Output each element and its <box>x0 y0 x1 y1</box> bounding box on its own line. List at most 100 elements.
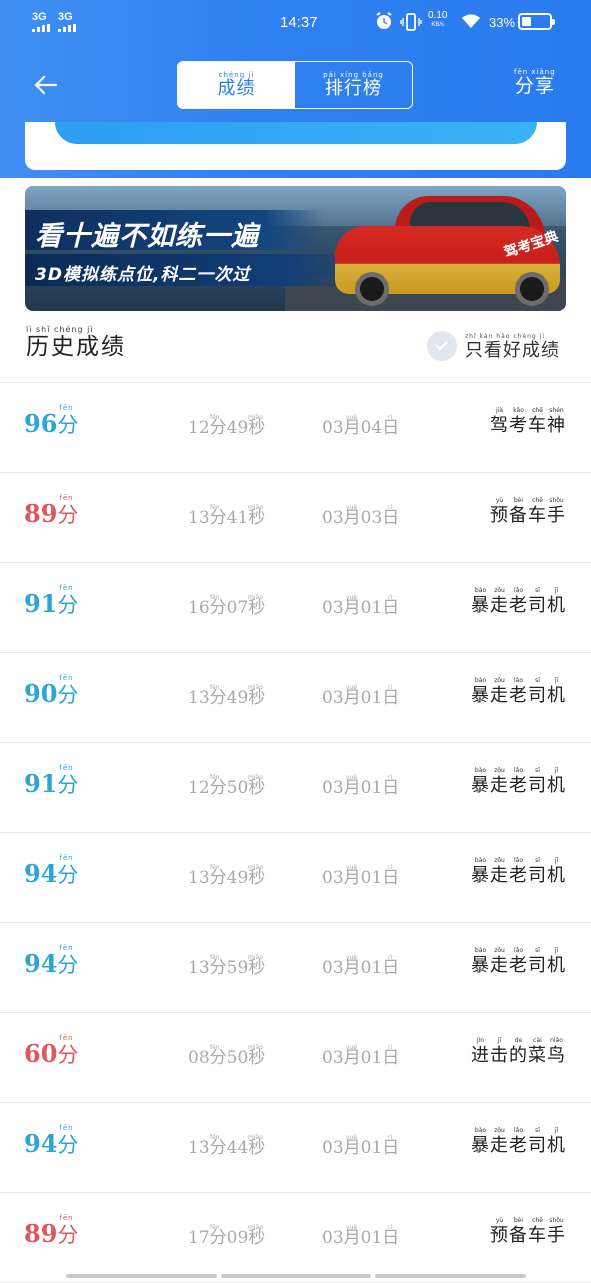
score-row[interactable]: 94 fēn 分 fēn miǎo 13分44秒 yuè rì 03月01日 bào 暴 zǒu 走 lǎ… <box>0 1103 591 1193</box>
duration-seconds: 49 <box>226 418 249 438</box>
score-number: 89 <box>24 1219 58 1248</box>
title-char-text: 的 <box>509 1045 528 1066</box>
score-number: 91 <box>24 589 58 618</box>
duration-seconds: 49 <box>226 688 249 708</box>
title-char-text: 机 <box>547 775 566 796</box>
signal-strength-icon <box>32 24 50 32</box>
date-month: 03 <box>322 1228 344 1248</box>
title-char-text: 车 <box>528 1225 547 1246</box>
date-day: 01 <box>360 868 383 888</box>
date: yuè rì 03月01日 <box>322 1044 399 1068</box>
sec-unit-pinyin: miǎo <box>248 954 263 961</box>
title-char-pinyin: jī <box>554 1127 559 1134</box>
title-char: zǒu 走 <box>490 857 509 887</box>
score-value: 91 fēn 分 <box>24 584 78 618</box>
title-char-pinyin: chē <box>532 1217 543 1224</box>
title-char-text: 预 <box>490 1225 509 1246</box>
score-unit: fēn 分 <box>57 1124 78 1157</box>
title-char-text: 暴 <box>471 955 490 976</box>
title-char: zǒu 走 <box>490 947 509 977</box>
duration: fēn miǎo 13分59秒 <box>188 954 265 978</box>
score-unit-text: 分 <box>57 863 79 887</box>
title-char-text: 机 <box>547 865 566 886</box>
title-char: yù 预 <box>490 1217 509 1247</box>
tab-leaderboard[interactable]: pái xíng bǎng 排行榜 <box>295 62 412 108</box>
status-bar: 3G 3G 14:37 0.10 KB/s 33% <box>0 0 591 46</box>
title-char: sī 司 <box>528 677 547 707</box>
back-arrow-icon[interactable] <box>30 70 60 100</box>
rank-title: bào 暴 zǒu 走 lǎo 老 sī 司 jī 机 <box>471 857 566 887</box>
score-unit-text: 分 <box>57 773 79 797</box>
title-char-pinyin: jī <box>554 947 559 954</box>
title-char-pinyin: sī <box>535 1127 540 1134</box>
title-char-text: 手 <box>547 1225 566 1246</box>
title-char: de 的 <box>509 1037 528 1067</box>
score-row[interactable]: 91 fēn 分 fēn miǎo 16分07秒 yuè rì 03月01日 bào 暴 zǒu 走 lǎ… <box>0 563 591 653</box>
title-char-pinyin: jìn <box>476 1037 485 1044</box>
title-char-pinyin: lǎo <box>513 857 523 864</box>
check-icon[interactable] <box>427 331 457 361</box>
title-char-pinyin: zǒu <box>494 767 505 774</box>
score-row[interactable]: 89 fēn 分 fēn miǎo 13分41秒 yuè rì 03月03日 yù 预 bèi 备 chē… <box>0 473 591 563</box>
score-row[interactable]: 94 fēn 分 fēn miǎo 13分59秒 yuè rì 03月01日 bào 暴 zǒu 走 lǎ… <box>0 923 591 1013</box>
score-row[interactable]: 89 fēn 分 fēn miǎo 17分09秒 yuè rì 03月01日 yù 预 bèi 备 chē… <box>0 1193 591 1283</box>
score-value: 94 fēn 分 <box>24 944 78 977</box>
sec-unit-pinyin: miǎo <box>248 1044 263 1051</box>
score-row[interactable]: 60 fēn 分 fēn miǎo 08分50秒 yuè rì 03月01日 jìn 进 jī 击 de 的… <box>0 1013 591 1103</box>
vibrate-icon <box>400 13 422 31</box>
min-unit-pinyin: fēn <box>210 594 220 601</box>
share-button[interactable]: fēn xiǎng 分享 <box>514 68 556 96</box>
date-day: 01 <box>360 778 383 798</box>
score-row[interactable]: 96 fēn 分 fēn miǎo 12分49秒 yuè rì 03月04日 jià 驾 kǎo 考 ch… <box>0 383 591 473</box>
ad-banner[interactable]: 看十遍不如练一遍 3D模拟练点位,科二一次过 驾考宝典 <box>25 186 566 311</box>
title-char: jī 机 <box>547 947 566 977</box>
day-unit-pinyin: rì <box>388 774 393 781</box>
history-title-text: 历史成绩 <box>26 334 126 360</box>
title-char: jià 驾 <box>490 407 509 437</box>
score-row[interactable]: 94 fēn 分 fēn miǎo 13分49秒 yuè rì 03月01日 bào 暴 zǒu 走 lǎ… <box>0 833 591 923</box>
min-unit-pinyin: fēn <box>210 954 220 961</box>
duration: fēn miǎo 16分07秒 <box>188 594 265 618</box>
title-char-text: 备 <box>509 1225 528 1246</box>
duration: fēn miǎo 17分09秒 <box>188 1224 265 1248</box>
duration-minutes: 13 <box>188 508 210 528</box>
good-scores-filter[interactable]: zhǐ kàn hǎo chéng jì 只看好成绩 <box>427 331 560 361</box>
score-value: 91 fēn 分 <box>24 764 79 797</box>
title-char-pinyin: yù <box>495 1217 504 1224</box>
title-char: jī 机 <box>547 1127 566 1157</box>
tab-scores[interactable]: chéng jì 成绩 <box>178 62 295 108</box>
month-unit-pinyin: yuè <box>346 504 358 511</box>
date: yuè rì 03月01日 <box>322 1224 399 1248</box>
header: 3G 3G 14:37 0.10 KB/s 33% chéng jì 成绩 pái… <box>0 0 591 178</box>
title-char-pinyin: bèi <box>513 1217 524 1224</box>
title-char-pinyin: shǒu <box>549 497 564 504</box>
score-row[interactable]: 91 fēn 分 fēn miǎo 12分50秒 yuè rì 03月01日 bào 暴 zǒu 走 lǎ… <box>0 743 591 833</box>
min-unit-pinyin: fēn <box>210 414 220 421</box>
date-day: 03 <box>360 508 383 528</box>
month-unit-pinyin: yuè <box>346 414 358 421</box>
date-month: 03 <box>322 688 344 708</box>
rank-title: yù 预 bèi 备 chē 车 shǒu 手 <box>490 497 566 527</box>
score-number: 94 <box>24 859 58 888</box>
date-day: 01 <box>360 1048 383 1068</box>
title-char-pinyin: bào <box>474 857 487 864</box>
title-char: jī 击 <box>490 1037 509 1067</box>
title-char: bèi 备 <box>509 1217 528 1247</box>
title-char: sī 司 <box>528 767 547 797</box>
title-char: jī 机 <box>547 587 566 617</box>
title-char-pinyin: bào <box>474 587 487 594</box>
title-char: zǒu 走 <box>490 767 509 797</box>
title-char-text: 暴 <box>471 775 490 796</box>
duration-seconds: 59 <box>226 958 249 978</box>
date-day: 04 <box>360 418 383 438</box>
duration-minutes: 13 <box>188 958 210 978</box>
date-day: 01 <box>360 1138 383 1158</box>
score-unit-text: 分 <box>57 683 79 707</box>
score-row[interactable]: 90 fēn 分 fēn miǎo 13分49秒 yuè rì 03月01日 bào 暴 zǒu 走 lǎ… <box>0 653 591 743</box>
duration-minutes: 17 <box>188 1228 210 1248</box>
date-month: 03 <box>322 958 344 978</box>
title-char-pinyin: lǎo <box>513 947 523 954</box>
title-char-text: 暴 <box>471 595 490 616</box>
banner-headline: 看十遍不如练一遍 <box>35 221 259 252</box>
duration-seconds: 50 <box>226 778 249 798</box>
